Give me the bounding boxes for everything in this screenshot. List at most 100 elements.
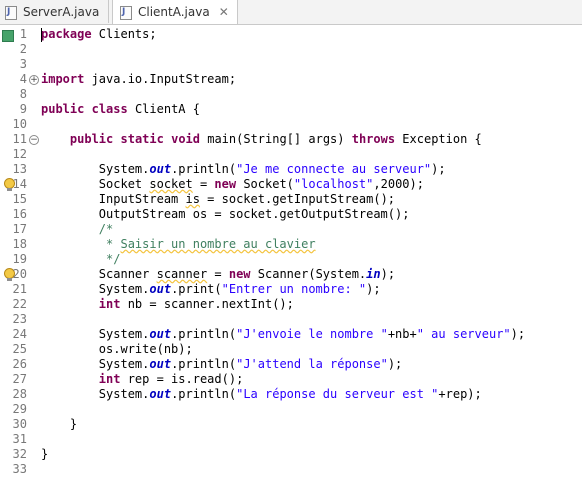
code-token: +nb+ [387,327,417,341]
code-line[interactable]: 3 [0,57,582,72]
code-text: System.out.print("Entrer un nombre: "); [41,282,381,297]
code-token: java.io.InputStream; [84,72,237,86]
code-text: public static void main(String[] args) t… [41,132,482,147]
code-line[interactable]: 8 [0,87,582,102]
code-token: = [207,267,229,281]
code-line[interactable]: 20 Scanner scanner = new Scanner(System.… [0,267,582,282]
line-number: 27 [12,372,27,386]
tab-label: ClientA.java [138,5,210,19]
code-line[interactable]: 28 System.out.println("La réponse du ser… [0,387,582,402]
line-number: 11 [12,132,27,146]
line-number: 8 [19,87,27,101]
close-icon[interactable]: ✕ [219,5,229,19]
code-text: OutputStream os = socket.getOutputStream… [41,207,410,222]
code-line[interactable]: 27 int rep = is.read(); [0,372,582,387]
code-text: Socket socket = new Socket("localhost",2… [41,177,424,192]
java-file-icon: J [4,5,17,20]
code-line[interactable]: 24 System.out.println("J'envoie le nombr… [0,327,582,342]
code-token: Clients; [91,27,157,41]
code-token: main(String[] args) [200,132,352,146]
code-line[interactable]: 30 } [0,417,582,432]
code-token: System. [41,282,150,296]
line-number: 26 [12,357,27,371]
line-number: 20 [12,267,27,281]
code-token: Scanner [41,267,157,281]
code-line[interactable]: 25 os.write(nb); [0,342,582,357]
code-line[interactable]: 1 package Clients; [0,27,582,42]
code-token: .print( [171,282,222,296]
code-token: out [149,162,172,176]
code-line[interactable]: 9 public class ClientA { [0,102,582,117]
code-token: ); [366,282,381,296]
code-line[interactable]: 10 [0,117,582,132]
code-token: public [41,102,85,116]
tab-servera[interactable]: J ServerA.java [0,0,109,23]
code-text: System.out.println("J'envoie le nombre "… [41,327,525,342]
code-line[interactable]: 19 */ [0,252,582,267]
code-line[interactable]: 11− public static void main(String[] arg… [0,132,582,147]
line-number: 24 [12,327,27,341]
code-line[interactable]: 21 System.out.print("Entrer un nombre: "… [0,282,582,297]
code-token: Socket [41,177,150,191]
line-number: 15 [12,192,27,206]
code-token: scanner [156,267,208,281]
code-text: Scanner scanner = new Scanner(System.in)… [41,267,395,282]
expand-fold-icon[interactable]: + [29,75,39,85]
code-text: public class ClientA { [41,102,200,117]
code-line[interactable]: 32} [0,447,582,462]
code-token: throws [351,132,396,146]
code-line[interactable]: 2 [0,42,582,57]
code-token: out [149,327,172,341]
code-token: * [41,237,121,251]
line-number: 18 [12,237,27,251]
code-token: import [41,72,85,86]
code-token: class [91,102,128,116]
code-token: os.write(nb); [41,342,193,356]
code-line[interactable]: 26 System.out.println("J'attend la répon… [0,357,582,372]
code-token: ClientA { [127,102,200,116]
line-number: 31 [12,432,27,446]
code-line[interactable]: 16 OutputStream os = socket.getOutputStr… [0,207,582,222]
code-token: } [41,447,49,461]
code-line[interactable]: 15 InputStream is = socket.getInputStrea… [0,192,582,207]
code-line[interactable]: 33 [0,462,582,477]
code-line[interactable]: 13 System.out.println("Je me connecte au… [0,162,582,177]
line-number: 29 [12,402,27,416]
code-line[interactable]: 23 [0,312,582,327]
tab-label: ServerA.java [23,4,100,19]
code-line[interactable]: 22 int nb = scanner.nextInt(); [0,297,582,312]
code-line[interactable]: 18 * Saisir un nombre au clavier [0,237,582,252]
code-token: new [228,267,251,281]
code-token: = [192,177,215,191]
code-text: package Clients; [41,27,157,42]
code-editor[interactable]: 1 package Clients; 2 3 4 + import java.io.Inpu… [0,25,582,482]
code-text: */ [41,252,120,267]
code-line[interactable]: 14 Socket socket = new Socket("localhost… [0,177,582,192]
line-number: 10 [12,117,27,131]
tab-clienta[interactable]: J ClientA.java ✕ [112,0,238,24]
code-token: in [366,267,381,281]
code-token: InputStream [41,192,186,206]
code-line[interactable]: 29 [0,402,582,417]
code-line[interactable]: 12 [0,147,582,162]
code-line[interactable]: 17 /* [0,222,582,237]
code-token: .println( [171,327,237,341]
collapse-fold-icon[interactable]: − [29,135,39,145]
text-cursor [41,28,42,42]
code-token: Socket( [236,177,294,191]
code-text: System.out.println("J'attend la réponse"… [41,357,402,372]
code-line[interactable]: 31 [0,432,582,447]
code-line[interactable]: 4 + import java.io.InputStream; [0,72,582,87]
code-token: System. [41,357,150,371]
code-text: int nb = scanner.nextInt(); [41,297,294,312]
code-token: int [98,372,121,386]
line-number: 17 [12,222,27,236]
line-number: 32 [12,447,27,461]
code-text: } [41,447,48,462]
code-token: rep = is.read(); [120,372,244,386]
code-token: Exception { [395,132,482,146]
